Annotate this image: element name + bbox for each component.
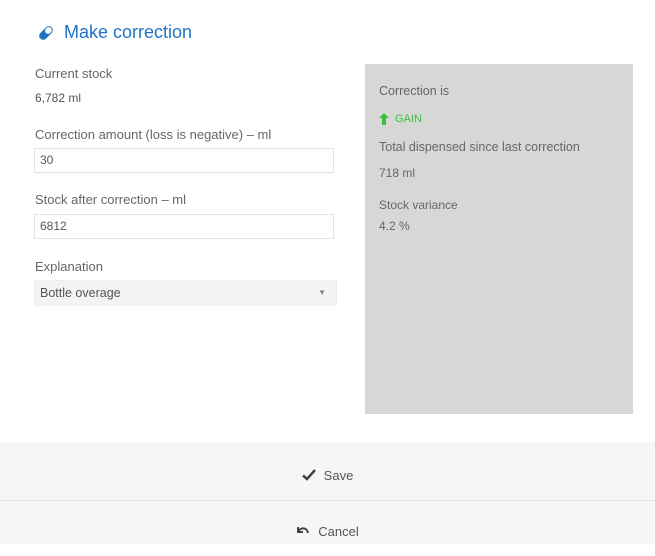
current-stock-label: Current stock [35,66,113,81]
correction-amount-input[interactable]: 30 [34,148,334,173]
gain-text: GAIN [395,113,422,125]
correction-is-label: Correction is [379,84,450,98]
stock-after-label: Stock after correction – ml [35,192,186,207]
dialog-title-text: Make correction [64,22,193,42]
explanation-label: Explanation [35,259,103,274]
total-dispensed-value: 718 ml [379,166,416,180]
save-label: Save [323,467,354,483]
cancel-button[interactable]: Cancel [0,506,655,556]
total-dispensed-label: Total dispensed since last correction [379,140,580,154]
stock-variance-value: 4.2 % [379,219,410,233]
footer-divider [0,500,655,501]
gain-indicator: GAIN [379,113,422,125]
correction-amount-label: Correction amount (loss is negative) – m… [35,127,272,142]
stock-variance-label: Stock variance [379,198,458,212]
footer: Save Cancel [0,442,655,544]
explanation-select[interactable]: Bottle overage ▼ [34,280,337,306]
chevron-down-icon: ▼ [318,288,326,297]
checkmark-icon [301,469,316,481]
current-stock-value: 6,782 ml [35,91,82,105]
undo-icon [297,527,310,534]
correction-panel: Make correction Current stock 6,782 ml C… [0,0,655,442]
arrow-up-icon [379,113,389,125]
save-button[interactable]: Save [0,450,655,500]
stock-after-input[interactable]: 6812 [34,214,334,239]
explanation-selected-value: Bottle overage [40,286,121,300]
correction-info-box: Correction is GAIN Total dispensed since… [365,64,633,414]
cancel-label: Cancel [318,523,359,539]
dialog-title: Make correction [36,22,192,43]
pill-icon [39,25,53,40]
